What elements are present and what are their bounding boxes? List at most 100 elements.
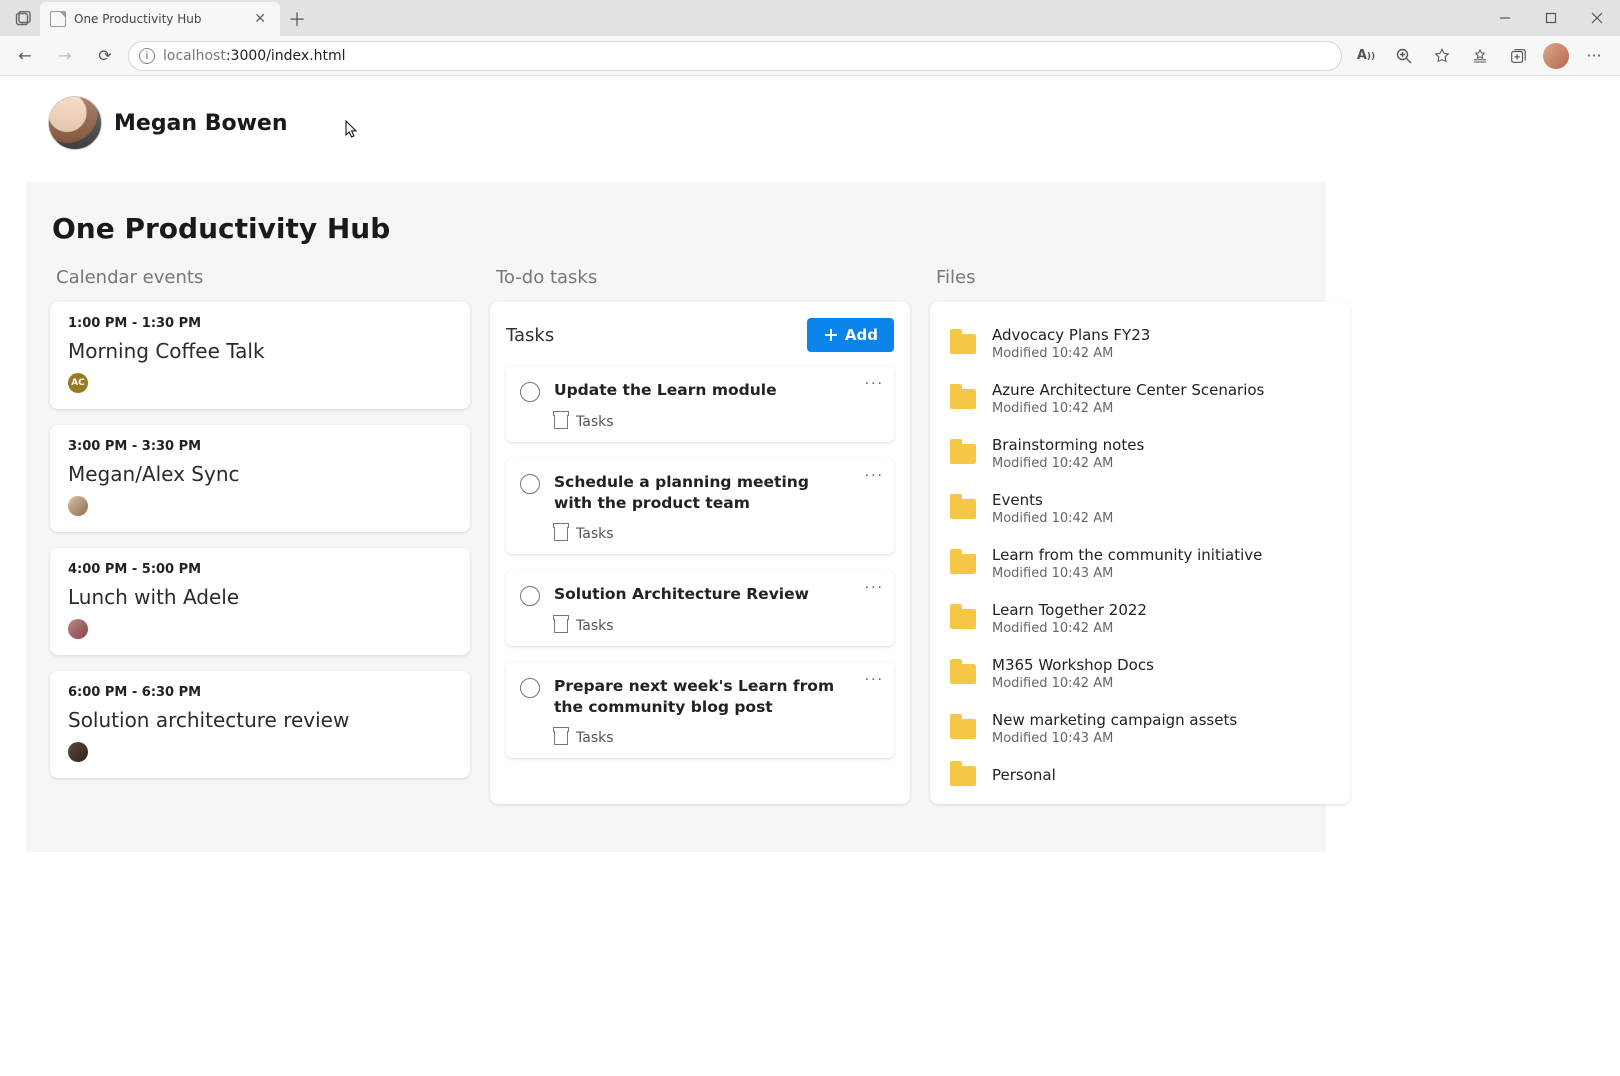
folder-icon — [950, 664, 976, 684]
event-card[interactable]: 3:00 PM - 3:30 PM Megan/Alex Sync — [50, 425, 470, 532]
user-name: Megan Bowen — [114, 111, 288, 136]
file-meta: Modified 10:42 AM — [992, 346, 1150, 361]
browser-tabstrip: One Productivity Hub ✕ ＋ — [0, 0, 1620, 36]
task-title: Prepare next week's Learn from the commu… — [554, 676, 844, 718]
add-task-button[interactable]: Add — [807, 318, 894, 352]
task-list-name: Tasks — [576, 730, 614, 746]
task-complete-radio[interactable] — [520, 474, 540, 494]
tasks-column: To-do tasks Tasks Add ··· — [490, 267, 910, 804]
read-aloud-icon[interactable]: A)) — [1348, 38, 1384, 74]
file-row[interactable]: New marketing campaign assets Modified 1… — [946, 701, 1334, 756]
task-card[interactable]: ··· Solution Architecture Review Tasks — [506, 570, 894, 646]
task-card[interactable]: ··· Update the Learn module Tasks — [506, 366, 894, 442]
favorite-star-icon[interactable] — [1424, 38, 1460, 74]
task-more-button[interactable]: ··· — [865, 580, 884, 596]
task-card[interactable]: ··· Prepare next week's Learn from the c… — [506, 662, 894, 758]
task-complete-radio[interactable] — [520, 586, 540, 606]
task-list-icon — [554, 619, 568, 633]
task-list-name: Tasks — [576, 618, 614, 634]
attendee-avatar[interactable] — [68, 496, 88, 516]
calendar-heading: Calendar events — [56, 267, 470, 288]
add-task-label: Add — [845, 326, 878, 344]
address-bar[interactable]: i localhost:3000/index.html — [128, 41, 1342, 71]
file-name: Learn Together 2022 — [992, 601, 1147, 619]
tab-actions-button[interactable] — [6, 2, 40, 36]
file-meta: Modified 10:42 AM — [992, 621, 1147, 636]
file-row[interactable]: Azure Architecture Center Scenarios Modi… — [946, 371, 1334, 426]
file-name: Brainstorming notes — [992, 436, 1144, 454]
folder-icon — [950, 609, 976, 629]
tasks-panel: Tasks Add ··· Update the Learn module — [490, 302, 910, 804]
tasks-panel-title: Tasks — [506, 325, 554, 346]
task-more-button[interactable]: ··· — [865, 672, 884, 688]
file-meta: Modified 10:43 AM — [992, 731, 1237, 746]
nav-refresh-button[interactable]: ⟳ — [88, 39, 122, 73]
plus-icon — [823, 327, 839, 343]
nav-forward-button[interactable]: → — [48, 39, 82, 73]
user-header: Megan Bowen — [48, 96, 1596, 150]
window-close-button[interactable] — [1574, 0, 1620, 36]
task-more-button[interactable]: ··· — [865, 468, 884, 484]
task-card[interactable]: ··· Schedule a planning meeting with the… — [506, 458, 894, 554]
event-time: 3:00 PM - 3:30 PM — [68, 439, 452, 454]
browser-toolbar: ← → ⟳ i localhost:3000/index.html A)) ··… — [0, 36, 1620, 76]
page-icon — [50, 11, 66, 27]
file-row[interactable]: Learn from the community initiative Modi… — [946, 536, 1334, 591]
favorites-list-icon[interactable] — [1462, 38, 1498, 74]
tab-close-button[interactable]: ✕ — [250, 7, 270, 31]
file-name: Azure Architecture Center Scenarios — [992, 381, 1264, 399]
file-row[interactable]: Advocacy Plans FY23 Modified 10:42 AM — [946, 316, 1334, 371]
new-tab-button[interactable]: ＋ — [280, 2, 314, 36]
event-title: Megan/Alex Sync — [68, 462, 452, 486]
file-meta: Modified 10:42 AM — [992, 511, 1113, 526]
event-title: Lunch with Adele — [68, 585, 452, 609]
folder-icon — [950, 389, 976, 409]
folder-icon — [950, 444, 976, 464]
file-meta: Modified 10:42 AM — [992, 456, 1144, 471]
file-row[interactable]: Events Modified 10:42 AM — [946, 481, 1334, 536]
window-minimize-button[interactable] — [1482, 0, 1528, 36]
more-menu-button[interactable]: ··· — [1576, 38, 1612, 74]
attendee-avatar[interactable]: AC — [68, 373, 88, 393]
window-maximize-button[interactable] — [1528, 0, 1574, 36]
task-list-icon — [554, 731, 568, 745]
active-tab[interactable]: One Productivity Hub ✕ — [40, 2, 280, 36]
task-complete-radio[interactable] — [520, 678, 540, 698]
folder-icon — [950, 719, 976, 739]
zoom-icon[interactable] — [1386, 38, 1422, 74]
profile-avatar[interactable] — [1538, 38, 1574, 74]
calendar-column: Calendar events 1:00 PM - 1:30 PM Mornin… — [50, 267, 470, 804]
task-title: Update the Learn module — [554, 380, 777, 401]
task-list-icon — [554, 415, 568, 429]
attendee-avatar[interactable] — [68, 619, 88, 639]
event-time: 1:00 PM - 1:30 PM — [68, 316, 452, 331]
folder-icon — [950, 766, 976, 786]
tab-title: One Productivity Hub — [74, 12, 201, 26]
file-row[interactable]: M365 Workshop Docs Modified 10:42 AM — [946, 646, 1334, 701]
file-row[interactable]: Brainstorming notes Modified 10:42 AM — [946, 426, 1334, 481]
event-title: Morning Coffee Talk — [68, 339, 452, 363]
hub-title: One Productivity Hub — [52, 212, 1302, 245]
collections-icon[interactable] — [1500, 38, 1536, 74]
event-card[interactable]: 6:00 PM - 6:30 PM Solution architecture … — [50, 671, 470, 778]
todo-heading: To-do tasks — [496, 267, 910, 288]
event-time: 4:00 PM - 5:00 PM — [68, 562, 452, 577]
user-avatar[interactable] — [48, 96, 102, 150]
task-list-icon — [554, 527, 568, 541]
event-card[interactable]: 1:00 PM - 1:30 PM Morning Coffee Talk AC — [50, 302, 470, 409]
task-more-button[interactable]: ··· — [865, 376, 884, 392]
file-name: Events — [992, 491, 1113, 509]
file-row[interactable]: Personal — [946, 756, 1334, 796]
folder-icon — [950, 554, 976, 574]
nav-back-button[interactable]: ← — [8, 39, 42, 73]
file-row[interactable]: Learn Together 2022 Modified 10:42 AM — [946, 591, 1334, 646]
task-title: Solution Architecture Review — [554, 584, 809, 605]
task-complete-radio[interactable] — [520, 382, 540, 402]
event-title: Solution architecture review — [68, 708, 452, 732]
site-info-icon[interactable]: i — [139, 48, 155, 64]
url-host: localhost — [163, 48, 226, 64]
event-card[interactable]: 4:00 PM - 5:00 PM Lunch with Adele — [50, 548, 470, 655]
file-meta: Modified 10:42 AM — [992, 676, 1154, 691]
url-path: :3000/index.html — [226, 48, 346, 64]
attendee-avatar[interactable] — [68, 742, 88, 762]
